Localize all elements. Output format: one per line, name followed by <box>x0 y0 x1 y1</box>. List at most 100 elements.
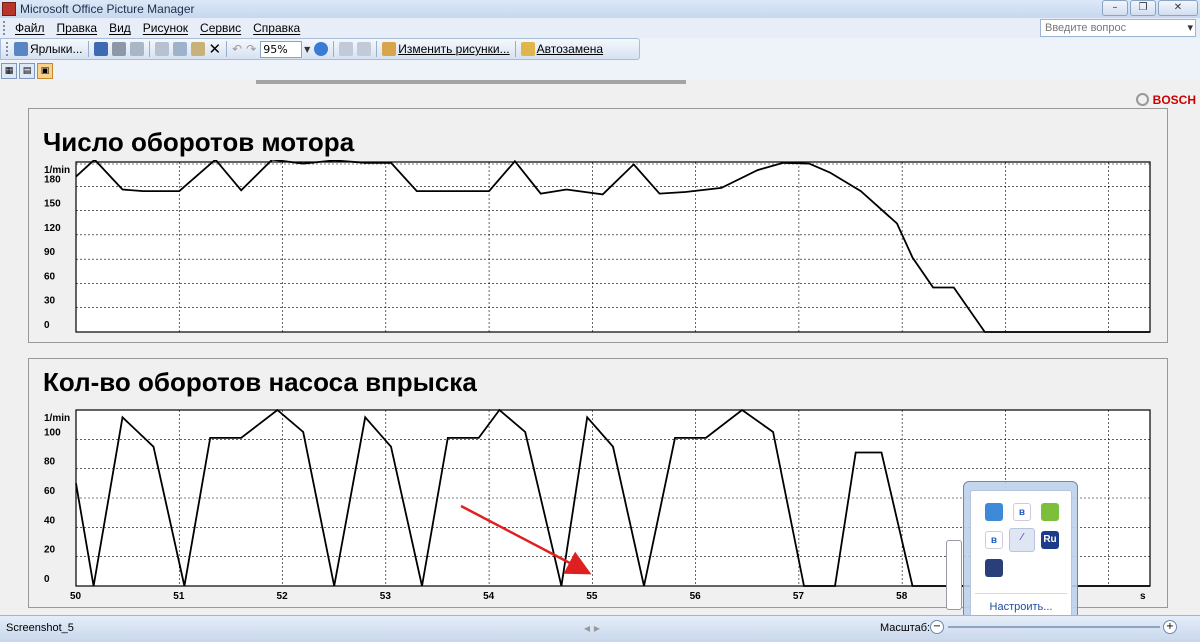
x-tick-label: 51 <box>173 591 185 602</box>
paste-icon <box>190 42 205 56</box>
toolbar-grip[interactable] <box>6 42 9 56</box>
engine-speed-chart: 1/min1801501209060300 <box>44 160 1151 333</box>
menu-view[interactable]: Вид <box>103 21 137 35</box>
restore-button[interactable]: ❐ <box>1130 0 1156 16</box>
window-title: Microsoft Office Picture Manager <box>20 2 195 16</box>
x-tick-label: 55 <box>586 591 598 602</box>
navigation-arrows[interactable]: ◂ ▸ <box>584 621 600 635</box>
bosch-brand-text: BOSCH <box>1152 93 1196 107</box>
y-unit-label: 1/min <box>44 413 70 424</box>
window-controls: – ❐ ✕ <box>1102 0 1198 16</box>
help-button[interactable] <box>312 40 330 58</box>
cut-button[interactable] <box>153 40 171 58</box>
x-tick-label: 56 <box>690 591 702 602</box>
delete-button[interactable]: ✕ <box>207 40 224 58</box>
pump-speed-title: Кол-во оборотов насоса впрыска <box>43 367 477 397</box>
bluetooth-device-icon[interactable]: ʙ <box>985 531 1003 549</box>
help-search-input[interactable]: Введите вопрос ▾ <box>1040 19 1196 37</box>
bluetooth-icon[interactable]: ʙ <box>1013 503 1031 521</box>
customize-link[interactable]: Настроить... <box>971 601 1071 613</box>
filmstrip-view-button[interactable]: ▤ <box>19 62 35 79</box>
menu-bar: Файл Правка Вид Рисунок Сервис Справка В… <box>0 18 1200 38</box>
autocorrect-button[interactable]: Автозамена <box>519 40 605 58</box>
x-tick-label: 50 <box>70 591 82 602</box>
x-tick-label: 53 <box>380 591 392 602</box>
annotation-arrow-line <box>460 504 592 575</box>
menu-grip[interactable] <box>3 21 6 35</box>
rotate-right-button[interactable] <box>355 40 373 58</box>
menu-edit[interactable]: Правка <box>51 21 104 35</box>
y-tick-label: 90 <box>44 247 56 258</box>
x-tick-label: 57 <box>793 591 805 602</box>
copy-icon <box>172 42 187 56</box>
x-tick-label: 54 <box>483 591 495 602</box>
y-tick-label: 30 <box>44 296 56 307</box>
x-unit-label: s <box>1140 591 1146 602</box>
language-icon[interactable]: Ru <box>1041 531 1059 549</box>
print-button[interactable] <box>110 40 128 58</box>
undo-button[interactable]: ↶ <box>230 40 244 58</box>
edit-pictures-button[interactable]: Изменить рисунки... <box>380 40 511 58</box>
toolbar-separator <box>87 41 89 57</box>
engine-speed-title: Число оборотов мотора <box>43 127 355 157</box>
single-picture-view-button[interactable]: ▣ <box>37 62 53 79</box>
save-icon <box>93 42 108 56</box>
toolbar-separator <box>333 41 335 57</box>
zoom-out-icon[interactable]: − <box>930 620 944 634</box>
y-tick-label: 0 <box>44 320 50 331</box>
view-mode-bar: ▦ ▤ ▣ <box>0 61 60 80</box>
y-tick-label: 40 <box>44 515 56 526</box>
y-tick-label: 180 <box>44 174 61 185</box>
menu-tools[interactable]: Сервис <box>194 21 247 35</box>
zoom-select[interactable]: 95% <box>260 40 303 58</box>
network-icon[interactable] <box>985 503 1003 521</box>
edit-pictures-label: Изменить рисунки... <box>398 42 510 56</box>
plot-area <box>75 161 1151 333</box>
thumbnail-view-button[interactable]: ▦ <box>1 62 17 79</box>
toolbar-separator <box>148 41 150 57</box>
shortcuts-icon <box>14 42 28 56</box>
y-tick-label: 60 <box>44 486 56 497</box>
save-button[interactable] <box>92 40 110 58</box>
close-button[interactable]: ✕ <box>1158 0 1198 16</box>
y-tick-label: 80 <box>44 457 56 468</box>
zoom-in-icon[interactable]: + <box>1163 620 1177 634</box>
cut-off-document-header <box>256 80 716 89</box>
y-tick-label: 100 <box>44 427 61 438</box>
edit-pictures-icon <box>382 42 397 56</box>
menu-picture[interactable]: Рисунок <box>137 21 194 35</box>
y-tick-label: 60 <box>44 271 56 282</box>
toolbar-separator <box>376 41 378 57</box>
redo-icon: ↷ <box>246 42 257 56</box>
scissors-icon <box>154 42 169 56</box>
menu-file[interactable]: Файл <box>9 21 51 35</box>
title-bar: Microsoft Office Picture Manager – ❐ ✕ <box>0 0 1200 18</box>
standard-toolbar: Ярлыки... ✕ ↶ ↷ 95% ▼ Изменить рисунки..… <box>0 38 640 60</box>
evernote-icon[interactable] <box>1041 503 1059 521</box>
picture-manager-icon <box>2 2 16 16</box>
help-search-placeholder: Введите вопрос <box>1045 22 1127 34</box>
tray-icon-area: ʙ ʙ ⁄ Ru Настроить... <box>970 490 1072 622</box>
chevron-down-icon[interactable]: ▼ <box>302 42 312 57</box>
rotate-left-button[interactable] <box>337 40 355 58</box>
zoom-slider[interactable] <box>948 626 1160 628</box>
shortcuts-button[interactable]: Ярлыки... <box>12 40 85 58</box>
display-icon[interactable] <box>985 559 1003 577</box>
bosch-logo: BOSCH <box>1135 93 1196 107</box>
copy-button[interactable] <box>171 40 189 58</box>
pen-tool-icon[interactable]: ⁄ <box>1009 528 1035 552</box>
paste-button[interactable] <box>189 40 207 58</box>
delete-icon: ✕ <box>208 41 222 58</box>
autocorrect-icon <box>520 42 535 56</box>
email-button[interactable] <box>128 40 146 58</box>
y-tick-label: 120 <box>44 223 61 234</box>
rotate-right-icon <box>357 42 372 56</box>
email-icon <box>129 42 144 56</box>
redo-button[interactable]: ↷ <box>244 40 258 58</box>
x-tick-label: 58 <box>896 591 908 602</box>
undo-icon: ↶ <box>232 42 243 56</box>
chevron-down-icon[interactable]: ▾ <box>1187 20 1193 36</box>
minimize-button[interactable]: – <box>1102 0 1128 16</box>
menu-help[interactable]: Справка <box>247 21 306 35</box>
x-tick-label: 52 <box>277 591 289 602</box>
